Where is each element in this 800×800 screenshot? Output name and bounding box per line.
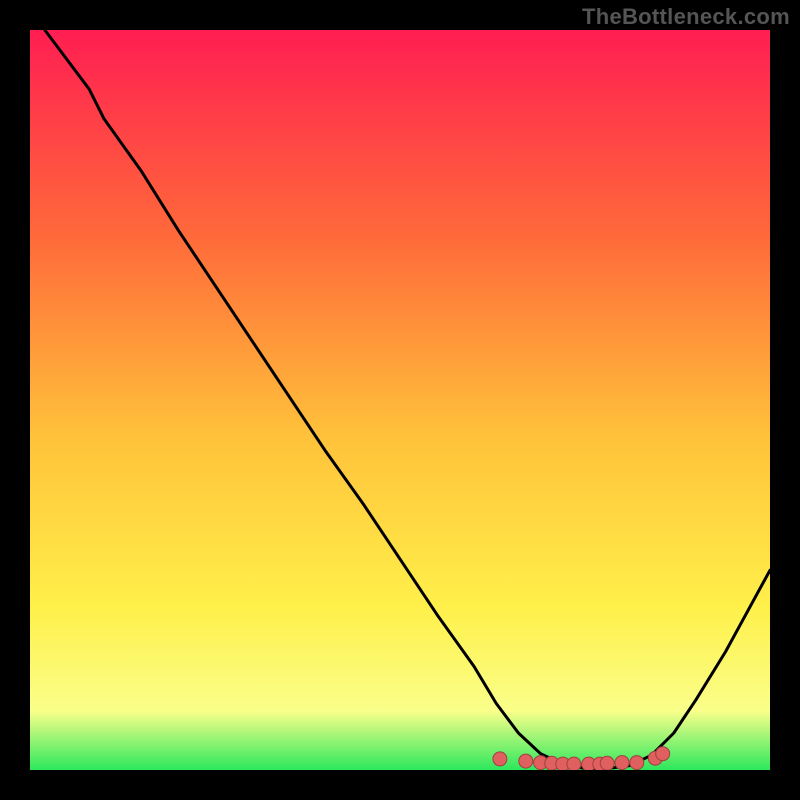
gradient-background [30, 30, 770, 770]
chart-frame: TheBottleneck.com [0, 0, 800, 800]
optimal-dot [656, 747, 670, 761]
optimal-dot [630, 756, 644, 770]
chart-svg [30, 30, 770, 770]
watermark-text: TheBottleneck.com [582, 4, 790, 30]
optimal-dot [493, 752, 507, 766]
optimal-dot [567, 757, 581, 770]
plot-area [30, 30, 770, 770]
optimal-dot [519, 754, 533, 768]
optimal-dot [615, 756, 629, 770]
optimal-dot [600, 756, 614, 770]
